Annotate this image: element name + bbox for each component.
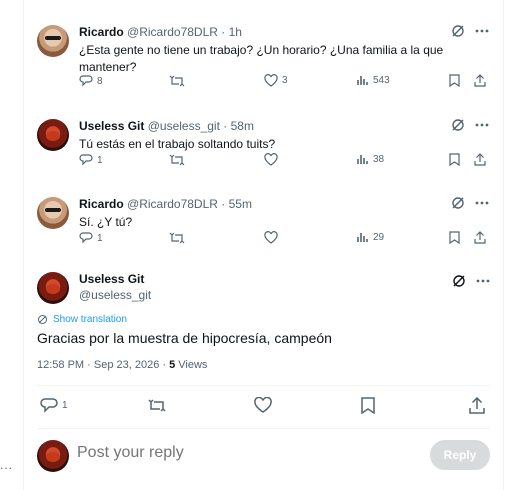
more-menu-edge[interactable]: ... xyxy=(0,458,13,472)
author-handle[interactable]: @useless_git xyxy=(148,119,220,133)
heart-icon xyxy=(264,153,278,166)
like-button[interactable] xyxy=(264,153,278,166)
avatar[interactable] xyxy=(37,272,69,304)
tweet-actions: 8 3 543 xyxy=(37,74,489,92)
translate-icon xyxy=(38,315,47,324)
share-icon xyxy=(474,74,486,87)
like-button[interactable] xyxy=(264,231,278,244)
conversation-column: ◌ ⟲ ♡ Ricardo @Ricardo78DLR · 1h ¿Esta g… xyxy=(23,0,504,490)
grok-icon[interactable] xyxy=(451,196,465,210)
reply-button[interactable]: 1 xyxy=(40,397,68,414)
views-icon xyxy=(357,155,368,164)
avatar[interactable] xyxy=(37,25,69,57)
share-icon xyxy=(474,153,486,166)
tweet-actions: 1 xyxy=(37,397,490,419)
bookmark-button[interactable] xyxy=(449,231,460,244)
tweet-text: Gracias por la muestra de hipocresía, ca… xyxy=(37,330,332,346)
heart-icon xyxy=(264,231,278,244)
bookmark-icon xyxy=(361,397,375,414)
tweet-text: ¿Esta gente no tiene un trabajo? ¿Un hor… xyxy=(79,43,444,74)
bookmark-icon xyxy=(449,153,460,166)
more-icon[interactable] xyxy=(475,29,489,33)
reply-icon xyxy=(79,75,93,87)
repost-icon xyxy=(169,75,185,87)
share-icon xyxy=(474,231,486,244)
bookmark-button[interactable] xyxy=(449,74,460,87)
reply-submit-button[interactable]: Reply xyxy=(430,440,490,470)
reply-icon xyxy=(40,398,58,413)
share-button[interactable] xyxy=(474,231,486,244)
grok-icon[interactable] xyxy=(451,24,465,38)
repost-button[interactable] xyxy=(169,74,185,88)
repost-icon xyxy=(169,154,185,166)
author-handle[interactable]: @useless_git xyxy=(79,288,151,303)
more-icon[interactable] xyxy=(476,279,490,283)
reply-icon xyxy=(79,154,93,166)
tweet-datetime[interactable]: 12:58 PM · Sep 23, 2026 · xyxy=(37,359,166,371)
tweet-time[interactable]: 55m xyxy=(229,197,252,211)
author-name[interactable]: Ricardo xyxy=(79,197,124,211)
author-name[interactable]: Useless Git xyxy=(79,119,144,133)
tweet-time[interactable]: 58m xyxy=(231,119,254,133)
show-translation-link[interactable]: Show translation xyxy=(37,314,127,325)
bookmark-icon xyxy=(449,74,460,87)
reply-button[interactable]: 1 xyxy=(79,153,103,167)
previous-tweet-actions-cut: ◌ ⟲ ♡ xyxy=(24,0,503,2)
reply-icon xyxy=(79,232,93,244)
views-button[interactable]: 29 xyxy=(357,231,384,243)
avatar[interactable] xyxy=(37,119,69,151)
views-count: 5 xyxy=(169,359,176,371)
tweet-actions: 1 38 xyxy=(37,153,489,171)
like-button[interactable]: 3 xyxy=(264,74,288,87)
avatar[interactable] xyxy=(37,440,69,472)
views-icon xyxy=(357,233,368,242)
tweet-text: Tú estás en el trabajo soltando tuits? xyxy=(79,137,276,151)
reply-input[interactable] xyxy=(77,444,377,462)
bookmark-icon xyxy=(449,231,460,244)
repost-button[interactable] xyxy=(169,231,185,245)
bookmark-button[interactable] xyxy=(361,397,375,414)
views-button[interactable]: 543 xyxy=(357,74,390,86)
views-icon xyxy=(357,76,368,85)
tweet-text: Sí. ¿Y tú? xyxy=(79,215,133,229)
more-icon[interactable] xyxy=(475,123,489,127)
share-icon xyxy=(469,397,485,414)
tweet-meta: 12:58 PM · Sep 23, 2026 · 5 Views xyxy=(37,359,207,371)
share-button[interactable] xyxy=(469,397,485,414)
reply-composer: Reply xyxy=(37,440,490,472)
like-button[interactable] xyxy=(254,397,272,413)
heart-icon xyxy=(264,74,278,87)
views-button[interactable]: 38 xyxy=(357,153,384,165)
views-label: Views xyxy=(178,359,208,371)
author-name[interactable]: Useless Git xyxy=(79,272,151,287)
author-name[interactable]: Ricardo xyxy=(79,25,124,39)
author-handle[interactable]: @Ricardo78DLR xyxy=(127,197,218,211)
reply-button[interactable]: 1 xyxy=(79,231,103,245)
divider xyxy=(37,428,490,429)
bookmark-button[interactable] xyxy=(449,153,460,166)
repost-button[interactable] xyxy=(169,153,185,167)
tweet-header: Ricardo @Ricardo78DLR · 55m xyxy=(79,197,252,211)
grok-icon[interactable] xyxy=(452,274,466,288)
tweet-actions: 1 29 xyxy=(37,231,489,249)
author-handle[interactable]: @Ricardo78DLR xyxy=(127,25,218,39)
tweet-header: Useless Git @useless_git · 58m xyxy=(79,119,254,133)
repost-button[interactable] xyxy=(147,397,167,414)
repost-icon xyxy=(169,232,185,244)
reply-button[interactable]: 8 xyxy=(79,74,103,88)
tweet-header: Ricardo @Ricardo78DLR · 1h xyxy=(79,25,242,39)
divider xyxy=(37,385,490,386)
more-icon[interactable] xyxy=(475,201,489,205)
share-button[interactable] xyxy=(474,74,486,87)
heart-icon xyxy=(254,397,272,413)
share-button[interactable] xyxy=(474,153,486,166)
avatar[interactable] xyxy=(37,197,69,229)
tweet-time[interactable]: 1h xyxy=(229,25,242,39)
repost-icon xyxy=(148,399,166,412)
grok-icon[interactable] xyxy=(451,118,465,132)
